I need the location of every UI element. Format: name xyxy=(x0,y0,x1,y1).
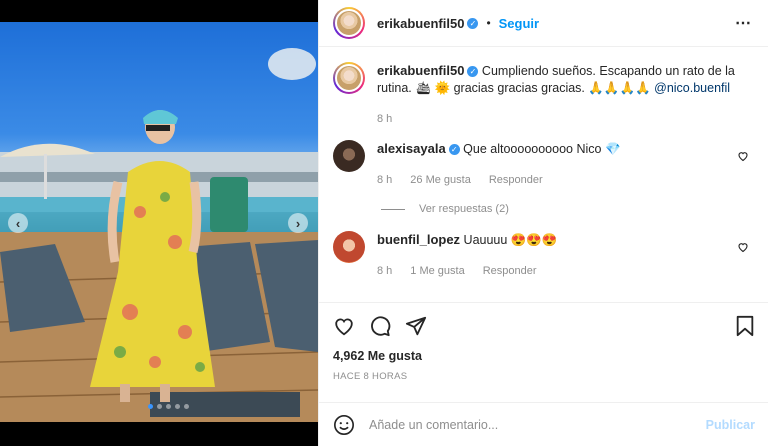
commenter-avatar[interactable] xyxy=(333,231,365,263)
carousel-dot xyxy=(184,404,189,409)
comment-text: Uauuuu 😍😍😍 xyxy=(463,233,558,247)
author-avatar[interactable] xyxy=(333,7,365,39)
carousel-dot xyxy=(166,404,171,409)
more-options-icon[interactable]: ⋯ xyxy=(735,13,752,33)
comment-bubble-icon[interactable] xyxy=(369,315,391,337)
caption-time: 8 h xyxy=(377,113,393,125)
commenter-avatar[interactable] xyxy=(333,140,365,172)
post-header: erikabuenfil50 ✓ • Seguir ⋯ xyxy=(319,0,768,47)
replies-line xyxy=(381,208,405,210)
follow-button[interactable]: Seguir xyxy=(499,16,539,31)
comments-list: erikabuenfil50 ✓ Cumpliendo sueños. Escap… xyxy=(319,48,768,302)
comment-item: alexisayala ✓ Que altoooooooooo Nico 💎 8 … xyxy=(333,140,753,189)
like-heart-icon[interactable] xyxy=(333,315,355,337)
comment-text: Que altoooooooooo Nico 💎 xyxy=(463,142,621,156)
carousel-dot xyxy=(175,404,180,409)
comment-author[interactable]: alexisayala xyxy=(377,141,446,156)
comment-input[interactable] xyxy=(369,417,706,432)
verified-badge-icon: ✓ xyxy=(448,144,460,156)
instagram-post-modal: ‹ › erikabuenfil50 ✓ • Seguir ⋯ erikabue… xyxy=(0,0,768,446)
separator-dot: • xyxy=(486,16,491,30)
carousel-prev-button[interactable]: ‹ xyxy=(8,213,28,233)
caption-author[interactable]: erikabuenfil50 xyxy=(377,63,464,78)
carousel-dots xyxy=(148,404,189,409)
share-paper-plane-icon[interactable] xyxy=(405,315,427,337)
view-replies-button[interactable]: Ver respuestas (2) xyxy=(381,203,753,215)
comment-time: 8 h xyxy=(377,265,393,277)
post-photo xyxy=(0,22,318,422)
emoji-smiley-icon[interactable] xyxy=(333,414,355,436)
comment-time: 8 h xyxy=(377,174,393,186)
like-comment-heart-icon[interactable] xyxy=(737,150,749,162)
post-timestamp: HACE 8 HORAS xyxy=(333,371,408,382)
caption-avatar[interactable] xyxy=(333,62,365,94)
post-side-panel: erikabuenfil50 ✓ • Seguir ⋯ erikabuenfil… xyxy=(318,0,768,446)
verified-badge-icon: ✓ xyxy=(467,17,479,29)
reply-button[interactable]: Responder xyxy=(489,172,543,189)
comment-likes[interactable]: 1 Me gusta xyxy=(410,263,464,280)
comment-likes[interactable]: 26 Me gusta xyxy=(410,172,471,189)
carousel-next-button[interactable]: › xyxy=(288,213,308,233)
like-comment-heart-icon[interactable] xyxy=(737,241,749,253)
save-bookmark-icon[interactable] xyxy=(735,315,755,337)
comment-author[interactable]: buenfil_lopez xyxy=(377,232,460,247)
view-replies-label: Ver respuestas (2) xyxy=(419,203,509,215)
post-media: ‹ › xyxy=(0,0,318,446)
author-username[interactable]: erikabuenfil50 xyxy=(377,16,464,31)
publish-button[interactable]: Publicar xyxy=(706,418,755,432)
likes-count[interactable]: 4,962 Me gusta xyxy=(333,349,755,363)
caption: erikabuenfil50 ✓ Cumpliendo sueños. Escap… xyxy=(333,62,753,128)
reply-button[interactable]: Responder xyxy=(483,263,537,280)
caption-mention-link[interactable]: @nico.buenfil xyxy=(654,81,730,95)
carousel-dot xyxy=(157,404,162,409)
add-comment-bar: Publicar xyxy=(319,402,768,446)
post-actions: 4,962 Me gusta HACE 8 HORAS xyxy=(319,302,768,382)
comment-item: buenfil_lopez Uauuuu 😍😍😍 8 h 1 Me gusta … xyxy=(333,231,753,280)
carousel-dot xyxy=(148,404,153,409)
verified-badge-icon: ✓ xyxy=(467,66,479,78)
